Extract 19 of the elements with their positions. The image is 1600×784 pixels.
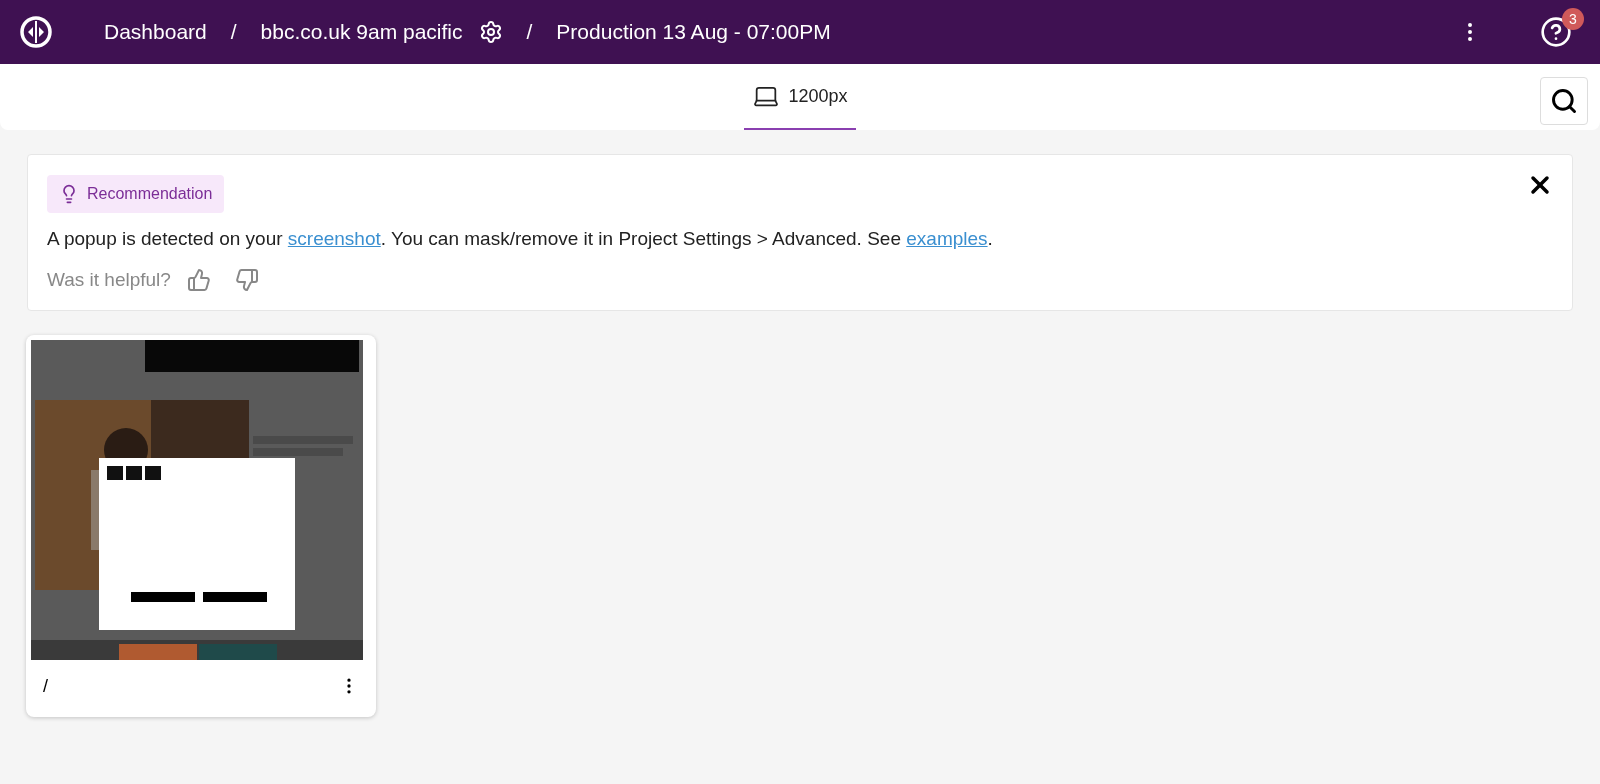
search-button[interactable] [1540,77,1588,125]
notification-badge: 3 [1562,8,1584,30]
breadcrumb-separator: / [230,19,237,46]
thumbs-up-icon[interactable] [186,267,211,292]
snapshot-card[interactable]: / [26,335,376,717]
recommendation-message: A popup is detected on your screenshot. You can mask/remove it in Project Settings > Advanced. See examples. [47,227,994,251]
breadcrumb-link[interactable]: Dashboard [104,16,207,48]
page-path: / [43,674,48,698]
feedback-prompt: Was it helpful? [47,267,171,292]
link[interactable]: examples [906,228,988,249]
recommendation-tag: Recommendation [47,175,225,213]
breadcrumb-link[interactable]: bbc.co.uk 9am pacific [260,16,463,48]
search-icon [1550,87,1578,115]
breadcrumb-link[interactable]: Production 13 Aug - 07:00PM [556,16,831,48]
logo-icon[interactable] [20,16,52,48]
viewport-tab[interactable]: 1200px [744,64,856,130]
breadcrumb-separator: / [526,19,533,46]
thumbs-down-icon[interactable] [234,267,259,292]
settings-icon[interactable] [478,20,503,44]
